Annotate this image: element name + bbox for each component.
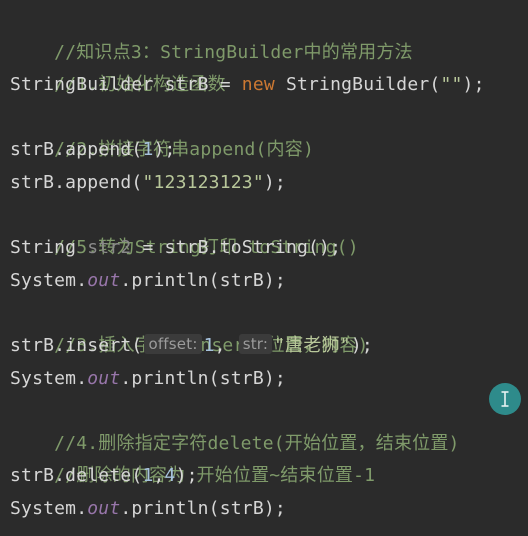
assignment: = strB.toString(); xyxy=(131,237,342,259)
parameter-hint-str: str: xyxy=(238,333,273,354)
number-literal: 4 xyxy=(164,465,176,487)
method-call: .println(strB); xyxy=(120,497,286,519)
statement-end: ); xyxy=(263,171,286,193)
statement-end: ); xyxy=(153,139,176,161)
code-line-1[interactable]: //知识点3：StringBuilder中的常用方法 xyxy=(10,4,528,63)
number-literal: 1 xyxy=(142,465,154,487)
statement-end: ); xyxy=(462,74,485,96)
class-ref: System. xyxy=(10,497,88,519)
code-editor[interactable]: //知识点3：StringBuilder中的常用方法 //1.初始化构造函数 S… xyxy=(0,0,528,536)
method-call: strB.append( xyxy=(10,139,143,161)
unused-variable: str2 xyxy=(87,237,132,259)
string-literal: "" xyxy=(440,74,463,96)
statement-end: ); xyxy=(350,334,373,356)
code-line-12[interactable]: System.out.println(strB); xyxy=(10,363,528,396)
string-literal: "123123123" xyxy=(142,171,264,193)
class-ref: System. xyxy=(10,367,88,389)
method-call: strB.delete( xyxy=(10,465,143,487)
comma: , xyxy=(214,334,237,356)
number-literal: 1 xyxy=(142,139,154,161)
comment: //知识点3：StringBuilder中的常用方法 xyxy=(54,41,413,63)
comma: , xyxy=(153,465,165,487)
keyword-new: new xyxy=(241,74,275,96)
code-line-8[interactable]: String str2 = strB.toString(); xyxy=(10,232,528,265)
number-literal: 1 xyxy=(203,334,215,356)
string-literal: "唐老狮" xyxy=(274,334,351,356)
code-line-3[interactable]: StringBuilder strB = new StringBuilder("… xyxy=(10,69,528,102)
method-call: .println(strB); xyxy=(120,269,286,291)
statement-end: ); xyxy=(175,465,198,487)
code-line-11[interactable]: strB.insert(offset: 1, str: "唐老狮"); xyxy=(10,330,528,363)
code-line-10[interactable]: //3.插入字符串insert(位置，内容) xyxy=(10,297,528,356)
method-call: .println(strB); xyxy=(120,367,286,389)
constructor-call: StringBuilder( xyxy=(274,74,441,96)
method-call: strB.insert( xyxy=(10,334,143,356)
code-line-4[interactable]: //2.拼接字符串append(内容) xyxy=(10,102,528,160)
text-cursor-icon xyxy=(489,383,521,415)
code-line-16[interactable]: System.out.println(strB); xyxy=(10,493,528,526)
static-field: out xyxy=(87,367,121,389)
comment: //4.删除指定字符delete(开始位置，结束位置) xyxy=(54,432,460,454)
method-call: strB.append( xyxy=(10,171,143,193)
class-ref: System. xyxy=(10,269,88,291)
type-name: String xyxy=(10,237,88,259)
code-line-9[interactable]: System.out.println(strB); xyxy=(10,265,528,298)
variable-decl: strB = xyxy=(153,74,242,96)
text-cursor-icon-glyph xyxy=(501,391,509,407)
type-name: StringBuilder xyxy=(10,74,154,96)
code-line-13[interactable]: //4.删除指定字符delete(开始位置，结束位置) xyxy=(10,395,528,454)
code-line-6[interactable]: strB.append("123123123"); xyxy=(10,167,528,200)
parameter-hint-offset: offset: xyxy=(144,333,202,354)
code-line-7[interactable]: //5.转为String打印 toString() xyxy=(10,200,528,258)
static-field: out xyxy=(87,269,121,291)
static-field: out xyxy=(87,497,121,519)
